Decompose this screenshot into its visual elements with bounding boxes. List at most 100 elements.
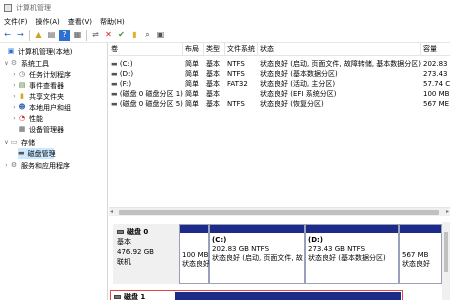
partition-size: 567 MB [402, 251, 429, 259]
disk-1-row[interactable]: 磁盘 1 [110, 290, 403, 300]
back-arrow-icon[interactable]: ← [2, 30, 13, 41]
table-row[interactable]: ▬ (D:) 简单 基本 NTFS 状态良好 (基本数据分区) 273.43 [109, 69, 450, 79]
users-icon: ☻ [18, 103, 26, 111]
status-cell: 状态良好 (活动, 主分区) [260, 80, 336, 88]
disk-status: 联机 [117, 258, 131, 266]
volume-name-cell: ▬ (磁盘 0 磁盘分区 5) [111, 100, 183, 108]
toolbar-divider [29, 29, 30, 41]
disk-name: 磁盘 0 [127, 228, 149, 236]
connect-icon[interactable]: ⇌ [90, 30, 101, 41]
table-row[interactable]: ▬ (磁盘 0 磁盘分区 1) 简单 基本 状态良好 (EFI 系统分区) 10… [109, 89, 450, 99]
toolbar: ← → ▲ ▤ ? ▦ ⇌ ✕ ✔ ▮ ⌕ ▣ [0, 28, 450, 43]
column-header-volume[interactable]: 卷 [109, 43, 183, 56]
type-cell: 基本 [206, 90, 220, 98]
check-icon[interactable]: ✔ [116, 30, 127, 41]
vertical-scrollbar[interactable] [442, 222, 450, 300]
chevron-right-icon[interactable]: › [11, 115, 18, 122]
search-icon[interactable]: ⌕ [142, 30, 153, 41]
layout-cell: 简单 [185, 100, 199, 108]
table-row[interactable]: ▬ (磁盘 0 磁盘分区 5) 简单 基本 NTFS 状态良好 (恢复分区) 5… [109, 99, 450, 109]
disk-0-row[interactable]: 磁盘 0 基本 476.92 GB 联机 100 MB 状态良好 (C:) 20… [113, 224, 448, 284]
volume-name-cell: ▬ (F:) [111, 80, 132, 88]
tree-item-system-tools[interactable]: ∨ ⚙ 系统工具 [3, 58, 49, 69]
tree-label: 共享文件夹 [29, 92, 64, 101]
column-header-layout[interactable]: 布局 [183, 43, 204, 56]
scrollbar-thumb[interactable] [444, 232, 448, 272]
layout-cell: 简单 [185, 60, 199, 68]
tree-item-storage[interactable]: ∨ ▭ 存储 [3, 137, 35, 148]
tree-item-root[interactable]: ▣ 计算机管理(本地) [0, 46, 73, 57]
partition-size: 202.83 GB NTFS [212, 245, 270, 253]
forward-arrow-icon[interactable]: → [15, 30, 26, 41]
partition-bar[interactable] [175, 292, 401, 300]
tree-item-shared-folders[interactable]: › ▮ 共享文件夹 [11, 91, 64, 102]
status-cell: 状态良好 (启动, 页面文件, 故障转储, 基本数据分区) [260, 60, 421, 68]
table-row[interactable]: ▬ (C:) 简单 基本 NTFS 状态良好 (启动, 页面文件, 故障转储, … [109, 59, 450, 69]
clock-icon: ◷ [18, 70, 26, 78]
chevron-right-icon[interactable]: › [11, 93, 18, 100]
show-hide-tree-icon[interactable]: ▤ [46, 30, 57, 41]
menu-file[interactable]: 文件(F) [4, 17, 28, 27]
delete-icon[interactable]: ✕ [103, 30, 114, 41]
partition-bar [400, 225, 441, 233]
tree-label: 存储 [21, 138, 35, 147]
menu-action[interactable]: 操作(A) [36, 17, 60, 27]
column-header-filesystem[interactable]: 文件系统 [225, 43, 258, 56]
tree-label: 事件查看器 [29, 81, 64, 90]
computer-management-icon [4, 3, 12, 12]
partition-status: 状态良好 [182, 260, 210, 268]
column-header-status[interactable]: 状态 [258, 43, 421, 56]
tree-item-disk-management[interactable]: ▬ 磁盘管理 [18, 148, 56, 159]
properties-icon[interactable]: ▣ [155, 30, 166, 41]
type-cell: 基本 [206, 70, 220, 78]
partition-title: (D:) [308, 236, 324, 244]
tree-item-device-manager[interactable]: ▦ 设备管理器 [18, 124, 64, 135]
layout-cell: 简单 [185, 90, 199, 98]
tree-label: 计算机管理(本地) [18, 47, 73, 56]
disk-0-label[interactable]: 磁盘 0 基本 476.92 GB 联机 [113, 224, 179, 284]
volume-list-header: 卷 布局 类型 文件系统 状态 容量 [109, 43, 450, 56]
computer-icon: ▣ [7, 47, 15, 55]
horizontal-scrollbar[interactable]: ◂ ▸ [109, 207, 450, 216]
chevron-right-icon[interactable]: › [11, 104, 18, 111]
tree-label: 服务和应用程序 [21, 161, 70, 170]
column-header-capacity[interactable]: 容量 [421, 43, 450, 56]
view-icon[interactable]: ▦ [72, 30, 83, 41]
disk-graphical-view: 磁盘 0 基本 476.92 GB 联机 100 MB 状态良好 (C:) 20… [109, 222, 450, 300]
help-icon[interactable]: ? [59, 29, 70, 41]
tree-item-local-users[interactable]: › ☻ 本地用户和组 [11, 102, 71, 113]
partition-d[interactable]: (D:) 273.43 GB NTFS 状态良好 (基本数据分区) [305, 224, 399, 284]
chevron-right-icon[interactable]: › [3, 162, 10, 169]
chevron-right-icon[interactable]: › [11, 82, 18, 89]
tree-item-task-scheduler[interactable]: › ◷ 任务计划程序 [11, 69, 71, 80]
scroll-left-icon[interactable]: ◂ [110, 208, 113, 215]
disk-size: 476.92 GB [117, 248, 154, 256]
event-viewer-icon: ▤ [18, 81, 26, 89]
partition-bar [180, 225, 208, 233]
chevron-down-icon[interactable]: ∨ [3, 139, 10, 146]
partition-efi[interactable]: 100 MB 状态良好 [179, 224, 210, 284]
filesystem-cell [225, 89, 258, 99]
partition-bar [306, 225, 398, 233]
table-row[interactable]: ▬ (F:) 简单 基本 FAT32 状态良好 (活动, 主分区) 57.74 … [109, 79, 450, 89]
menu-view[interactable]: 查看(V) [68, 17, 92, 27]
tree-item-event-viewer[interactable]: › ▤ 事件查看器 [11, 80, 64, 91]
menu-help[interactable]: 帮助(H) [100, 17, 125, 27]
folder-icon[interactable]: ▮ [129, 30, 140, 41]
capacity-cell: 57.74 C [423, 80, 450, 88]
status-cell: 状态良好 (恢复分区) [260, 100, 324, 108]
tree-item-performance[interactable]: › ◔ 性能 [11, 113, 43, 124]
up-level-icon[interactable]: ▲ [33, 30, 44, 41]
layout-cell: 简单 [185, 70, 199, 78]
column-header-type[interactable]: 类型 [204, 43, 225, 56]
scrollbar-thumb[interactable] [119, 210, 439, 215]
partition-recovery[interactable]: 567 MB 状态良好 [399, 224, 442, 284]
status-cell: 状态良好 (EFI 系统分区) [260, 90, 337, 98]
chevron-down-icon[interactable]: ∨ [3, 60, 10, 67]
tree-item-services-apps[interactable]: › ⚙ 服务和应用程序 [3, 160, 70, 171]
volume-list: 卷 布局 类型 文件系统 状态 容量 ▬ (C:) 简单 基本 NTFS 状态良… [109, 43, 450, 207]
chevron-right-icon[interactable]: › [11, 71, 18, 78]
scroll-right-icon[interactable]: ▸ [446, 208, 449, 215]
disk-icon [117, 230, 124, 234]
partition-c[interactable]: (C:) 202.83 GB NTFS 状态良好 (启动, 页面文件, 故 [209, 224, 305, 284]
